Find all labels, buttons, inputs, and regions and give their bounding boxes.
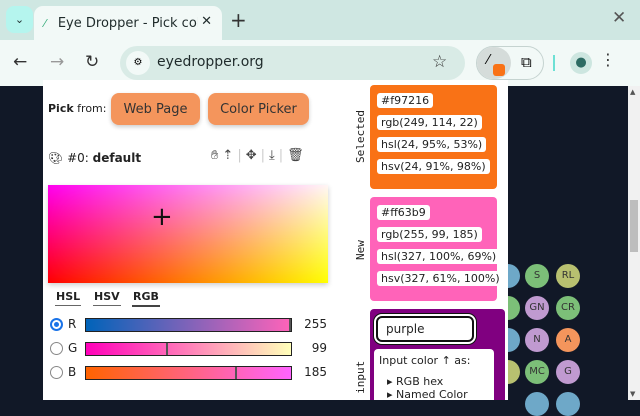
sort-icon[interactable]: ⇡ [222,148,237,163]
new-label: New [354,240,367,260]
text-input-label: Text input [354,360,367,400]
selected-rgb[interactable]: rgb(249, 114, 22) [377,115,482,130]
new-hsv[interactable]: hsv(327, 61%, 100%) [377,271,504,286]
bookmark-star-icon[interactable]: ☆ [432,52,447,72]
selected-hsv[interactable]: hsv(24, 91%, 98%) [377,159,490,174]
slider-r[interactable] [85,318,292,332]
selected-label: Selected [354,110,367,163]
menu-kebab-icon[interactable]: ⋮ [600,50,616,69]
format-option[interactable]: ▸ RGB hex [387,375,489,388]
download-icon[interactable]: ⤓ [269,148,279,163]
channel-b: B 185 [50,365,330,380]
page-circle[interactable]: CR [556,296,580,320]
color-picker-button[interactable]: Color Picker [208,93,309,125]
radio-g[interactable] [50,342,63,355]
puzzle-icon[interactable]: ⧉ [521,53,532,71]
site-settings-icon[interactable]: ⚙ [126,51,150,75]
palette-icon: 🎨︎ [48,151,64,165]
page-circle[interactable] [525,392,549,416]
eyedropper-extension-button[interactable]: ⁄ [477,47,511,79]
slider-handle[interactable] [234,367,237,379]
color-gradient-picker[interactable]: + [48,185,328,283]
chevron-down-icon: ⌄ [14,13,25,26]
eyedropper-favicon-icon: ⁄ [44,16,46,30]
page-circle[interactable]: RL [556,264,580,288]
close-tab-icon[interactable]: ✕ [201,14,212,29]
page-scrollbar[interactable]: ▲ ▼ [628,86,640,400]
back-icon[interactable]: ← [13,52,27,72]
new-color-card: #ff63b9 rgb(255, 99, 185) hsl(327, 100%,… [370,197,504,301]
profile-avatar[interactable]: ● [570,52,592,74]
channel-r: R 255 [50,317,330,332]
scrollbar-thumb[interactable] [630,200,638,252]
palette-tools: ✋︎⇡|✥|⤓|🗑︎ [211,148,308,163]
tab-rgb[interactable]: RGB [132,290,160,307]
crosshair-icon[interactable]: + [151,204,173,230]
tab-search-button[interactable]: ⌄ [6,6,33,33]
input-help: Input color ↑ as: ▸ RGB hex ▸ Named Colo… [374,349,494,400]
web-page-button[interactable]: Web Page [111,93,200,125]
reload-icon[interactable]: ↻ [85,52,99,72]
scroll-up-icon[interactable]: ▲ [630,88,635,96]
slider-handle[interactable] [289,319,291,331]
pick-from-label: Pick from: [48,102,107,115]
page-circle[interactable]: A [556,328,580,352]
page-circle[interactable]: S [525,264,549,288]
selected-color-swatch [493,64,505,76]
eyedropper-popup: Pick from: Web Page Color Picker 🎨︎ #0: … [43,80,508,400]
channel-g: G 99 [50,341,330,356]
tab-hsl[interactable]: HSL [55,290,82,306]
address-bar[interactable]: ⚙ eyedropper.org ☆ [120,46,465,80]
radio-b[interactable] [50,366,63,379]
scroll-down-icon[interactable]: ▼ [630,390,635,398]
new-rgb[interactable]: rgb(255, 99, 185) [377,227,482,242]
slider-handle[interactable] [165,343,168,355]
selected-color-card: #f97216 rgb(249, 114, 22) hsl(24, 95%, 5… [370,85,497,189]
hand-icon[interactable]: ✋︎ [211,148,222,163]
palette-title[interactable]: 🎨︎ #0: default [48,151,141,165]
page-circle[interactable]: N [525,328,549,352]
forward-icon[interactable]: → [50,52,64,72]
tab-title: Eye Dropper - Pick colors [57,15,198,31]
page-circle[interactable]: MC [525,360,549,384]
move-icon[interactable]: ✥ [246,148,261,163]
page-circle[interactable]: G [556,360,580,384]
new-hex[interactable]: #ff63b9 [377,205,430,220]
tab-eye-dropper[interactable]: ⁄ Eye Dropper - Pick colors ✕ [34,6,222,40]
new-hsl[interactable]: hsl(327, 100%, 69%) [377,249,501,264]
selected-hsl[interactable]: hsl(24, 95%, 53%) [377,137,487,152]
new-tab-button[interactable]: + [230,8,247,32]
close-window-button[interactable]: ✕ [612,8,626,28]
extensions-area: ⁄ ⧉ [476,46,544,80]
tab-hsv[interactable]: HSV [93,290,121,306]
page-circle[interactable] [556,392,580,416]
radio-r[interactable] [50,318,63,331]
slider-b[interactable] [85,366,292,380]
page-circle[interactable]: GN [525,296,549,320]
tab-bar: ⌄ ⁄ Eye Dropper - Pick colors ✕ + ✕ [0,0,640,40]
format-option[interactable]: ▸ Named Color [387,388,489,400]
eyedropper-icon: ⁄ [487,53,490,68]
help-title: Input color ↑ as: [379,354,471,367]
slider-g[interactable] [85,342,292,356]
color-text-input[interactable]: purple [376,316,474,342]
selected-hex[interactable]: #f97216 [377,93,434,108]
url-text[interactable]: eyedropper.org [157,54,264,70]
divider [553,55,555,71]
trash-icon[interactable]: 🗑︎ [287,148,308,163]
